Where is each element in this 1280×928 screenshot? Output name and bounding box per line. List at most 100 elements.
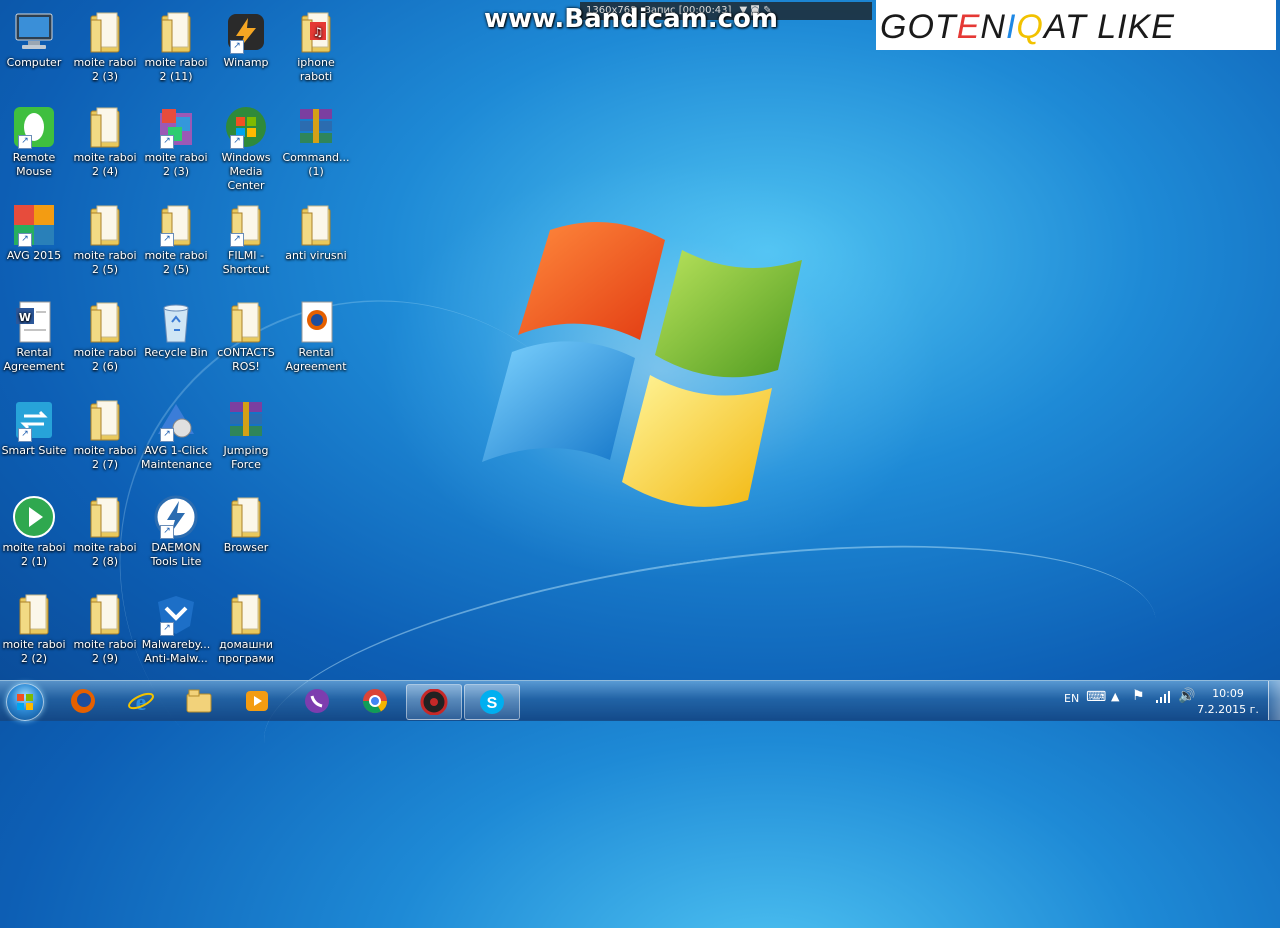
shortcut-arrow-icon: ↗: [160, 525, 174, 539]
file-explorer-icon: [185, 688, 213, 714]
computer-icon: [10, 10, 58, 54]
shortcut-arrow-icon: ↗: [18, 428, 32, 442]
desktop-icon[interactable]: ↗ Malwareby... Anti-Malw...: [141, 592, 211, 666]
desktop-icon-label: moite raboi 2 (8): [73, 541, 137, 568]
folder-icon: [152, 10, 200, 54]
svg-text:♫: ♫: [313, 25, 324, 39]
desktop-icon[interactable]: moite raboi 2 (1): [0, 495, 69, 569]
recycle-bin-icon: [152, 300, 200, 344]
volume-icon[interactable]: 🔊: [1178, 688, 1195, 704]
desktop-icon[interactable]: Browser: [211, 495, 281, 555]
desktop-icon[interactable]: ↗ Smart Suite: [0, 398, 69, 458]
action-center-flag-icon[interactable]: ⚑: [1132, 688, 1145, 704]
windows-logo-green-pane: [655, 250, 802, 378]
taskbar-button[interactable]: e: [114, 684, 168, 718]
firefox-document-icon: [292, 300, 340, 344]
desktop-icon-label: moite raboi 2 (2): [2, 638, 66, 665]
folder-icon: [292, 203, 340, 247]
start-button[interactable]: [6, 683, 44, 721]
clock-date: 7.2.2015 г.: [1197, 703, 1259, 716]
firefox-icon: [69, 688, 97, 714]
taskbar-clock[interactable]: 10:09 7.2.2015 г.: [1196, 686, 1260, 718]
desktop-icon[interactable]: ↗ DAEMON Tools Lite: [141, 495, 211, 569]
desktop-icon[interactable]: W Rental Agreement: [0, 300, 69, 374]
shortcut-arrow-icon: ↗: [230, 40, 244, 54]
desktop-icon[interactable]: moite raboi 2 (5): [70, 203, 140, 277]
desktop-icon-label: moite raboi 2 (3): [73, 56, 137, 83]
taskbar-button[interactable]: [230, 684, 284, 718]
taskbar-button[interactable]: S: [464, 684, 520, 720]
keyboard-icon[interactable]: ⌨: [1086, 689, 1106, 705]
desktop-icon[interactable]: moite raboi 2 (8): [70, 495, 140, 569]
taskbar-button[interactable]: [348, 684, 402, 718]
folder-icon: [81, 105, 129, 149]
desktop-icon-label: Rental Agreement: [3, 346, 65, 373]
language-indicator[interactable]: EN: [1064, 692, 1079, 705]
desktop-icon-label: домашни програми: [218, 638, 274, 665]
show-hidden-icons-icon[interactable]: ▲: [1111, 690, 1119, 703]
desktop-icon-label: AVG 2015: [6, 249, 62, 262]
folder-icon: [222, 495, 270, 539]
desktop-icon[interactable]: moite raboi 2 (6): [70, 300, 140, 374]
shortcut-arrow-icon: ↗: [160, 622, 174, 636]
taskbar-button[interactable]: [406, 684, 462, 720]
desktop-icon-label: moite raboi 2 (1): [2, 541, 66, 568]
show-desktop-button[interactable]: [1268, 681, 1280, 720]
desktop-icon[interactable]: Rental Agreement: [281, 300, 351, 374]
windows-logo: [482, 222, 802, 507]
folder-icon: [222, 592, 270, 636]
desktop-icon[interactable]: moite raboi 2 (4): [70, 105, 140, 179]
desktop-icon[interactable]: Jumping Force: [211, 398, 281, 472]
desktop-icon[interactable]: moite raboi 2 (2): [0, 592, 69, 666]
smart-suite-icon: ↗: [10, 398, 58, 442]
desktop-icon-label: Windows Media Center: [221, 151, 271, 192]
desktop-icon[interactable]: ↗ AVG 1-Click Maintenance: [141, 398, 212, 472]
windows-logo-red-pane: [518, 222, 665, 340]
internet-explorer-icon: e: [127, 688, 155, 716]
desktop-icon-label: Smart Suite: [1, 444, 67, 457]
desktop-icon[interactable]: ↗ AVG 2015: [0, 203, 69, 263]
svg-text:W: W: [19, 311, 31, 324]
bandicam-icon: [420, 688, 448, 716]
desktop-icon-label: moite raboi 2 (4): [73, 151, 137, 178]
desktop-icon-label: Jumping Force: [223, 444, 269, 471]
shortcut-arrow-icon: ↗: [160, 135, 174, 149]
installer-icon: ↗: [152, 105, 200, 149]
winrar-icon: [222, 398, 270, 442]
remote-mouse-icon: ↗: [10, 105, 58, 149]
taskbar-button[interactable]: [56, 684, 110, 718]
taskbar-button[interactable]: [172, 684, 226, 718]
desktop-icon[interactable]: ↗ Winamp: [211, 10, 281, 70]
desktop-icon-label: Rental Agreement: [285, 346, 347, 373]
avg-icon: ↗: [10, 203, 58, 247]
desktop-icon[interactable]: moite raboi 2 (7): [70, 398, 140, 472]
desktop-icon[interactable]: ↗ Windows Media Center: [211, 105, 281, 193]
desktop-icon-label: moite raboi 2 (7): [73, 444, 137, 471]
desktop-icon[interactable]: ↗ FILMI - Shortcut: [211, 203, 281, 277]
desktop-icon[interactable]: ↗ Remote Mouse: [0, 105, 69, 179]
desktop-icon[interactable]: moite raboi 2 (9): [70, 592, 140, 666]
desktop-icon[interactable]: ♫ iphone raboti: [281, 10, 351, 84]
network-signal-icon[interactable]: [1155, 690, 1171, 707]
desktop-icon-label: iphone raboti: [297, 56, 335, 83]
desktop-icon[interactable]: moite raboi 2 (11): [141, 10, 211, 84]
folder-icon: [222, 300, 270, 344]
desktop-icon[interactable]: cONTACTS ROS!: [211, 300, 281, 374]
shortcut-arrow-icon: ↗: [160, 233, 174, 247]
taskbar-button[interactable]: [290, 684, 344, 718]
desktop-icon[interactable]: anti virusni: [281, 203, 351, 263]
desktop-icon[interactable]: Command... (1): [281, 105, 351, 179]
desktop-icon[interactable]: Computer: [0, 10, 69, 70]
desktop-icon[interactable]: Recycle Bin: [141, 300, 211, 360]
desktop-icon[interactable]: ↗ moite raboi 2 (5): [141, 203, 211, 277]
desktop-icon-label: FILMI - Shortcut: [222, 249, 270, 276]
shortcut-arrow-icon: ↗: [230, 135, 244, 149]
folder-icon: [81, 495, 129, 539]
word-document-icon: W: [10, 300, 58, 344]
desktop-icon[interactable]: домашни програми: [211, 592, 281, 666]
folder-icon: [81, 10, 129, 54]
desktop-icon[interactable]: ↗ moite raboi 2 (3): [141, 105, 211, 179]
desktop-icon[interactable]: moite raboi 2 (3): [70, 10, 140, 84]
desktop-icon-label: moite raboi 2 (5): [144, 249, 208, 276]
chrome-icon: [361, 688, 389, 714]
